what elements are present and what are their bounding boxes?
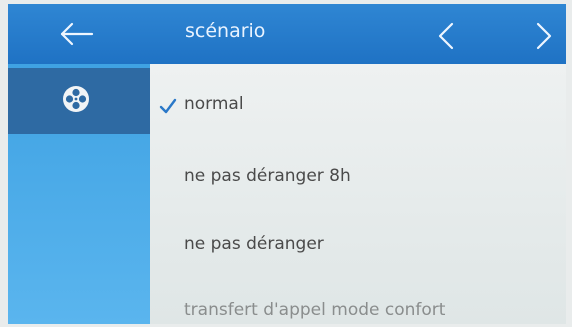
- sidebar: [8, 64, 150, 324]
- arrow-left-icon: [60, 22, 94, 46]
- header-bar: scénario: [8, 4, 566, 64]
- next-button[interactable]: [526, 16, 562, 56]
- chevron-left-icon: [438, 22, 454, 50]
- previous-button[interactable]: [428, 16, 464, 56]
- device-screen: scénario normal ne pas déranger 8h ne pa…: [8, 4, 566, 324]
- scenario-item-call-transfer[interactable]: transfert d'appel mode confort: [150, 280, 566, 324]
- back-button[interactable]: [56, 16, 98, 52]
- scenario-item-normal[interactable]: normal: [150, 74, 566, 134]
- chevron-right-icon: [536, 22, 552, 50]
- scenario-item-dnd[interactable]: ne pas déranger: [150, 214, 566, 274]
- scenario-list: normal ne pas déranger 8h ne pas dérange…: [150, 64, 566, 324]
- scenario-label: ne pas déranger 8h: [184, 166, 351, 186]
- scenario-label: normal: [184, 94, 244, 114]
- film-reel-icon: [63, 86, 89, 112]
- checkmark-icon: [159, 98, 177, 114]
- scenario-label: ne pas déranger: [184, 234, 324, 254]
- page-title: scénario: [185, 20, 266, 42]
- sidebar-item-scenario[interactable]: [8, 68, 150, 134]
- scenario-item-dnd-8h[interactable]: ne pas déranger 8h: [150, 146, 566, 206]
- scenario-label: transfert d'appel mode confort: [184, 300, 446, 320]
